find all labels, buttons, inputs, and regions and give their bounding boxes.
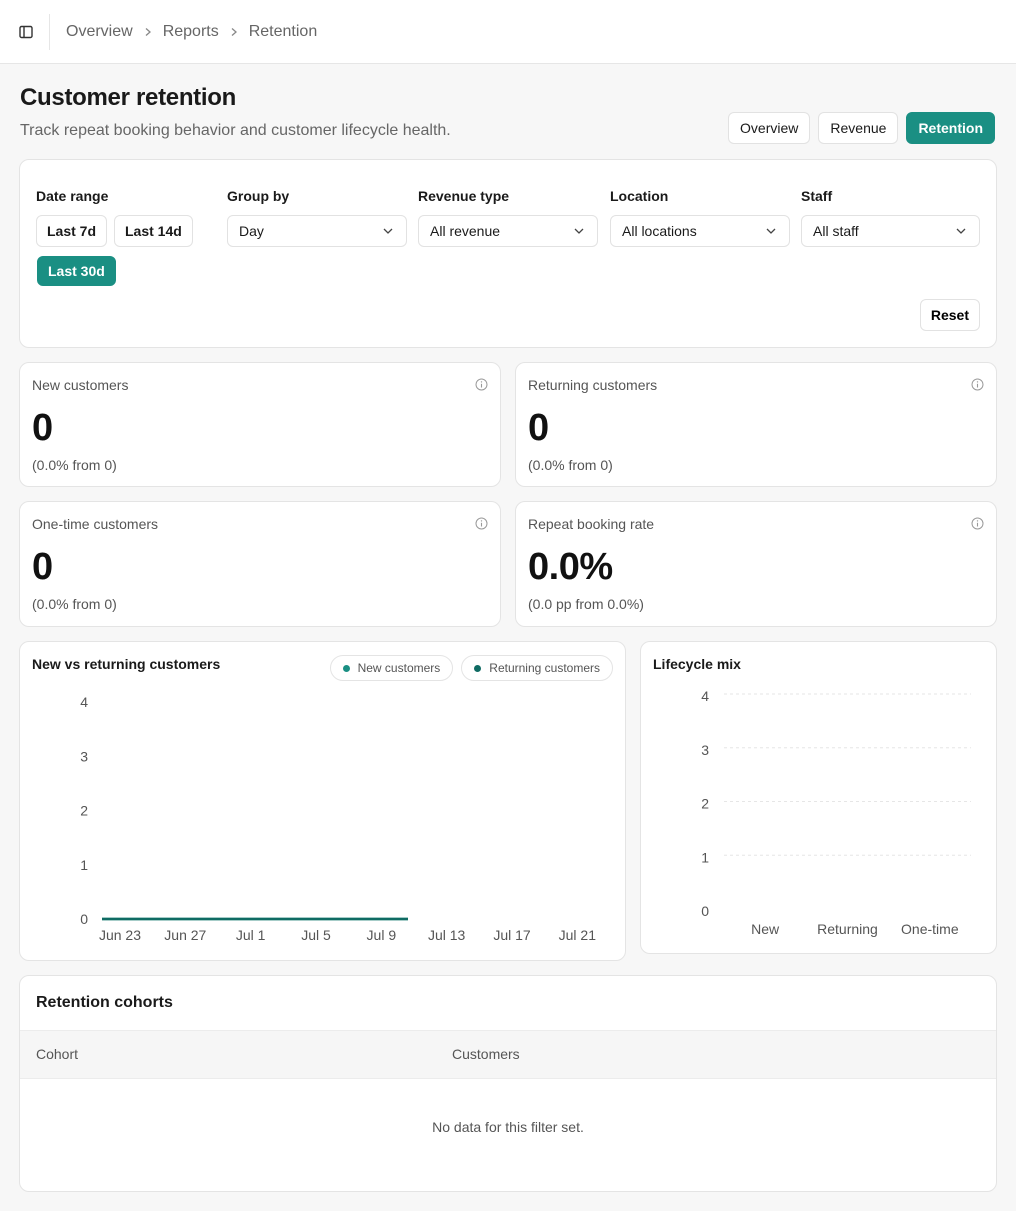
- page-header: Customer retention Track repeat booking …: [20, 84, 451, 140]
- revenue-type-label: Revenue type: [418, 188, 510, 204]
- cohorts-table-header: Cohort Customers: [20, 1030, 996, 1079]
- y-tick-label: 4: [80, 694, 88, 710]
- chevron-right-icon: [229, 27, 239, 37]
- x-tick-label: New: [751, 921, 780, 937]
- y-tick-label: 0: [701, 903, 709, 919]
- group-by-label: Group by: [227, 188, 290, 204]
- breadcrumb: Overview Reports Retention: [66, 23, 317, 41]
- revenue-type-filter: Revenue type: [418, 188, 509, 204]
- y-tick-label: 1: [701, 849, 709, 865]
- y-tick-label: 0: [80, 911, 88, 927]
- metric-value: 0: [528, 407, 549, 449]
- chevron-down-icon: [574, 228, 584, 234]
- sidebar-panel-icon: [18, 25, 33, 38]
- date-range-label: Date range: [36, 188, 109, 204]
- location-label: Location: [610, 188, 669, 204]
- staff-select[interactable]: All staff: [801, 215, 980, 247]
- new-vs-returning-chart-card: New vs returning customers New customers…: [19, 641, 626, 961]
- tab-retention[interactable]: Retention: [906, 112, 995, 144]
- breadcrumb-reports[interactable]: Reports: [163, 23, 219, 41]
- staff-value: All staff: [813, 223, 859, 239]
- y-tick-label: 4: [701, 688, 709, 704]
- y-tick-label: 3: [80, 748, 88, 764]
- empty-state-message: No data for this filter set.: [432, 1119, 584, 1135]
- metric-delta: (0.0% from 0): [32, 457, 117, 473]
- group-by-select[interactable]: Day: [227, 215, 407, 247]
- location-filter: Location: [610, 188, 668, 204]
- reset-filters-button[interactable]: Reset: [919, 299, 980, 331]
- breadcrumb-retention: Retention: [248, 22, 318, 40]
- x-tick-label: Jul 17: [493, 927, 531, 943]
- chevron-right-icon: [143, 27, 153, 37]
- x-tick-label: One-time: [901, 921, 959, 937]
- y-tick-label: 2: [701, 796, 709, 812]
- report-tabs: Overview Revenue Retention: [728, 112, 995, 144]
- column-header-customers[interactable]: Customers: [452, 1046, 520, 1062]
- x-tick-label: Returning: [817, 921, 878, 937]
- column-header-cohort[interactable]: Cohort: [36, 1046, 78, 1062]
- location-select[interactable]: All locations: [610, 215, 790, 247]
- metric-value: 0: [32, 546, 53, 588]
- date-range-filter: Date range: [36, 188, 108, 204]
- y-tick-label: 2: [80, 803, 88, 819]
- metric-card-new-customers: New customers 0 (0.0% from 0): [19, 362, 501, 487]
- staff-filter: Staff: [801, 188, 832, 204]
- sidebar-toggle-button[interactable]: [2, 13, 50, 50]
- metric-value: 0.0%: [528, 546, 613, 588]
- metric-delta: (0.0% from 0): [32, 596, 117, 612]
- tab-overview[interactable]: Overview: [728, 112, 811, 144]
- retention-cohorts-card: Retention cohorts Cohort Customers No da…: [19, 975, 997, 1192]
- metric-delta: (0.0 pp from 0.0%): [528, 596, 644, 612]
- bar-chart: 0 1 2 3 4 New Returning One-time: [701, 688, 971, 937]
- metric-value: 0: [32, 407, 53, 449]
- x-tick-label: Jul 21: [559, 927, 597, 943]
- chevron-down-icon: [383, 228, 393, 234]
- x-tick-label: Jun 27: [164, 927, 206, 943]
- x-tick-label: Jul 13: [428, 927, 466, 943]
- metric-label: One-time customers: [32, 516, 159, 532]
- date-range-14d-button[interactable]: Last 14d: [114, 215, 193, 247]
- date-range-7d-button[interactable]: Last 7d: [36, 215, 108, 247]
- x-tick-label: Jul 9: [367, 927, 397, 943]
- line-chart: 0 1 2 3 4 Jun 23 Jun 27 Jul 1 Jul 5 Jul 9 Jul 13 Ju…: [80, 694, 597, 943]
- x-tick-label: Jul 1: [236, 927, 266, 943]
- location-value: All locations: [622, 223, 697, 239]
- tab-revenue[interactable]: Revenue: [818, 112, 899, 144]
- revenue-type-value: All revenue: [430, 223, 501, 239]
- metric-card-repeat-booking-rate: Repeat booking rate 0.0% (0.0 pp from 0.…: [515, 501, 997, 627]
- x-tick-label: Jul 5: [301, 927, 331, 943]
- info-icon[interactable]: [971, 378, 984, 391]
- cohorts-title: Retention cohorts: [36, 994, 173, 1011]
- revenue-type-select[interactable]: All revenue: [418, 215, 598, 247]
- metric-card-returning-customers: Returning customers 0 (0.0% from 0): [515, 362, 997, 487]
- page-subtitle: Track repeat booking behavior and custom…: [20, 122, 451, 139]
- filters-panel: Date range Last 7d Last 14d Last 30d Gro…: [19, 159, 997, 348]
- y-tick-label: 3: [701, 742, 709, 758]
- group-by-value: Day: [239, 223, 264, 239]
- date-range-30d-button[interactable]: Last 30d: [37, 256, 116, 286]
- info-icon[interactable]: [971, 517, 984, 530]
- info-icon[interactable]: [475, 517, 488, 530]
- lifecycle-mix-chart-card: Lifecycle mix 0 1 2 3 4 New Returning One-time: [640, 641, 997, 954]
- page-title: Customer retention: [20, 84, 236, 111]
- staff-label: Staff: [801, 188, 833, 204]
- x-tick-label: Jun 23: [99, 927, 141, 943]
- group-by-filter: Group by: [227, 188, 289, 204]
- top-bar: Overview Reports Retention: [0, 0, 1016, 64]
- info-icon[interactable]: [475, 378, 488, 391]
- y-tick-label: 1: [80, 857, 88, 873]
- breadcrumb-overview[interactable]: Overview: [66, 23, 133, 41]
- chevron-down-icon: [956, 228, 966, 234]
- metric-card-one-time-customers: One-time customers 0 (0.0% from 0): [19, 501, 501, 627]
- metric-label: Returning customers: [528, 377, 658, 393]
- metric-label: New customers: [32, 377, 129, 393]
- metric-delta: (0.0% from 0): [528, 457, 613, 473]
- metric-label: Repeat booking rate: [528, 516, 655, 532]
- chevron-down-icon: [766, 228, 776, 234]
